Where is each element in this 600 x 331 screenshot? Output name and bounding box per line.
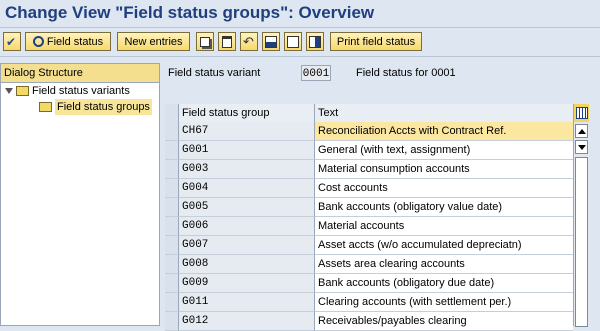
text-cell[interactable]: Reconciliation Accts with Contract Ref. [315,122,573,141]
dialog-structure-panel: Dialog Structure Field status variants F… [0,63,160,326]
row-selector[interactable] [165,141,179,160]
scroll-down-button[interactable] [575,140,588,154]
deselect-all-button[interactable] [284,32,302,51]
text-cell[interactable]: Assets area clearing accounts [315,255,573,274]
tree-node-label: Field status variants [32,85,130,97]
copy-button[interactable] [196,32,214,51]
search-icon [32,36,44,47]
row-selector[interactable] [165,312,179,331]
select-all-icon [265,35,277,48]
scrollbar-thumb[interactable] [575,157,588,327]
undo-icon [243,36,255,48]
select-block-icon [309,35,321,48]
select-all-button[interactable] [262,32,280,51]
folder-icon [16,86,29,96]
delete-button[interactable] [218,32,236,51]
tree-node-field-status-variants[interactable]: Field status variants [5,83,130,99]
page-title: Change View "Field status groups": Overv… [5,3,375,22]
table-header: Field status group Text [165,104,589,123]
field-status-variant-description: Field status for 0001 [356,67,456,79]
expand-icon[interactable] [5,88,13,94]
table-row[interactable]: CH67 Reconciliation Accts with Contract … [165,122,573,141]
tree-node-label: Field status groups [55,99,152,115]
application-toolbar: Field status New entries Print field sta… [0,27,600,57]
select-all-rows-cell[interactable] [165,104,179,122]
text-cell[interactable]: Asset accts (w/o accumulated depreciatn) [315,236,573,255]
text-cell[interactable]: General (with text, assignment) [315,141,573,160]
arrow-down-icon [577,144,586,150]
table-row[interactable]: G005 Bank accounts (obligatory value dat… [165,198,573,217]
row-selector[interactable] [165,122,179,141]
row-selector[interactable] [165,217,179,236]
scroll-up-button[interactable] [575,124,588,138]
text-cell[interactable]: Bank accounts (obligatory value date) [315,198,573,217]
tree-node-field-status-groups[interactable]: Field status groups [39,99,152,115]
text-cell[interactable]: Clearing accounts (with settlement per.) [315,293,573,312]
table-row[interactable]: G007 Asset accts (w/o accumulated deprec… [165,236,573,255]
table-row[interactable]: G009 Bank accounts (obligatory due date) [165,274,573,293]
column-header-field-status-group[interactable]: Field status group [179,104,315,122]
open-folder-icon [39,102,52,112]
table-row[interactable]: G006 Material accounts [165,217,573,236]
field-status-button[interactable]: Field status [25,32,111,51]
row-selector[interactable] [165,198,179,217]
dialog-structure-header: Dialog Structure [1,64,159,83]
copy-icon [200,36,210,47]
field-status-variant-field[interactable]: 0001 [301,65,331,81]
row-selector[interactable] [165,179,179,198]
table-settings-icon [575,107,588,119]
field-status-group-cell: CH67 [179,122,315,141]
field-status-group-cell: G003 [179,160,315,179]
column-header-text[interactable]: Text [315,104,573,122]
field-status-group-cell: G001 [179,141,315,160]
text-cell[interactable]: Material consumption accounts [315,160,573,179]
print-field-status-button[interactable]: Print field status [330,32,422,51]
field-status-group-cell: G011 [179,293,315,312]
delete-icon [222,35,232,48]
select-block-button[interactable] [306,32,324,51]
row-selector[interactable] [165,255,179,274]
table-settings-button[interactable] [573,104,589,122]
table-row[interactable]: G012 Receivables/payables clearing [165,312,573,331]
field-status-group-cell: G007 [179,236,315,255]
row-selector[interactable] [165,160,179,179]
text-cell[interactable]: Receivables/payables clearing [315,312,573,331]
arrow-up-icon [577,128,586,134]
deselect-all-icon [287,35,299,48]
table-row[interactable]: G001 General (with text, assignment) [165,141,573,160]
display-change-button[interactable] [3,32,21,51]
row-selector[interactable] [165,274,179,293]
text-cell[interactable]: Material accounts [315,217,573,236]
field-status-variant-label: Field status variant [168,67,261,79]
new-entries-button[interactable]: New entries [117,32,190,51]
new-entries-button-label: New entries [124,35,183,48]
field-status-group-cell: G012 [179,312,315,331]
field-status-group-cell: G004 [179,179,315,198]
text-cell[interactable]: Bank accounts (obligatory due date) [315,274,573,293]
undo-button[interactable] [240,32,258,51]
check-icon [6,36,18,48]
table-row[interactable]: G008 Assets area clearing accounts [165,255,573,274]
table-row[interactable]: G004 Cost accounts [165,179,573,198]
field-status-group-cell: G009 [179,274,315,293]
field-status-group-cell: G005 [179,198,315,217]
field-status-group-cell: G008 [179,255,315,274]
vertical-scrollbar[interactable] [573,122,589,327]
text-cell[interactable]: Cost accounts [315,179,573,198]
print-field-status-button-label: Print field status [336,35,416,48]
field-status-button-label: Field status [46,35,104,48]
row-selector[interactable] [165,293,179,312]
table-row[interactable]: G003 Material consumption accounts [165,160,573,179]
table-row[interactable]: G011 Clearing accounts (with settlement … [165,293,573,312]
field-status-group-cell: G006 [179,217,315,236]
field-status-groups-table: Field status group Text CH67 Reconciliat… [165,104,589,331]
row-selector[interactable] [165,236,179,255]
